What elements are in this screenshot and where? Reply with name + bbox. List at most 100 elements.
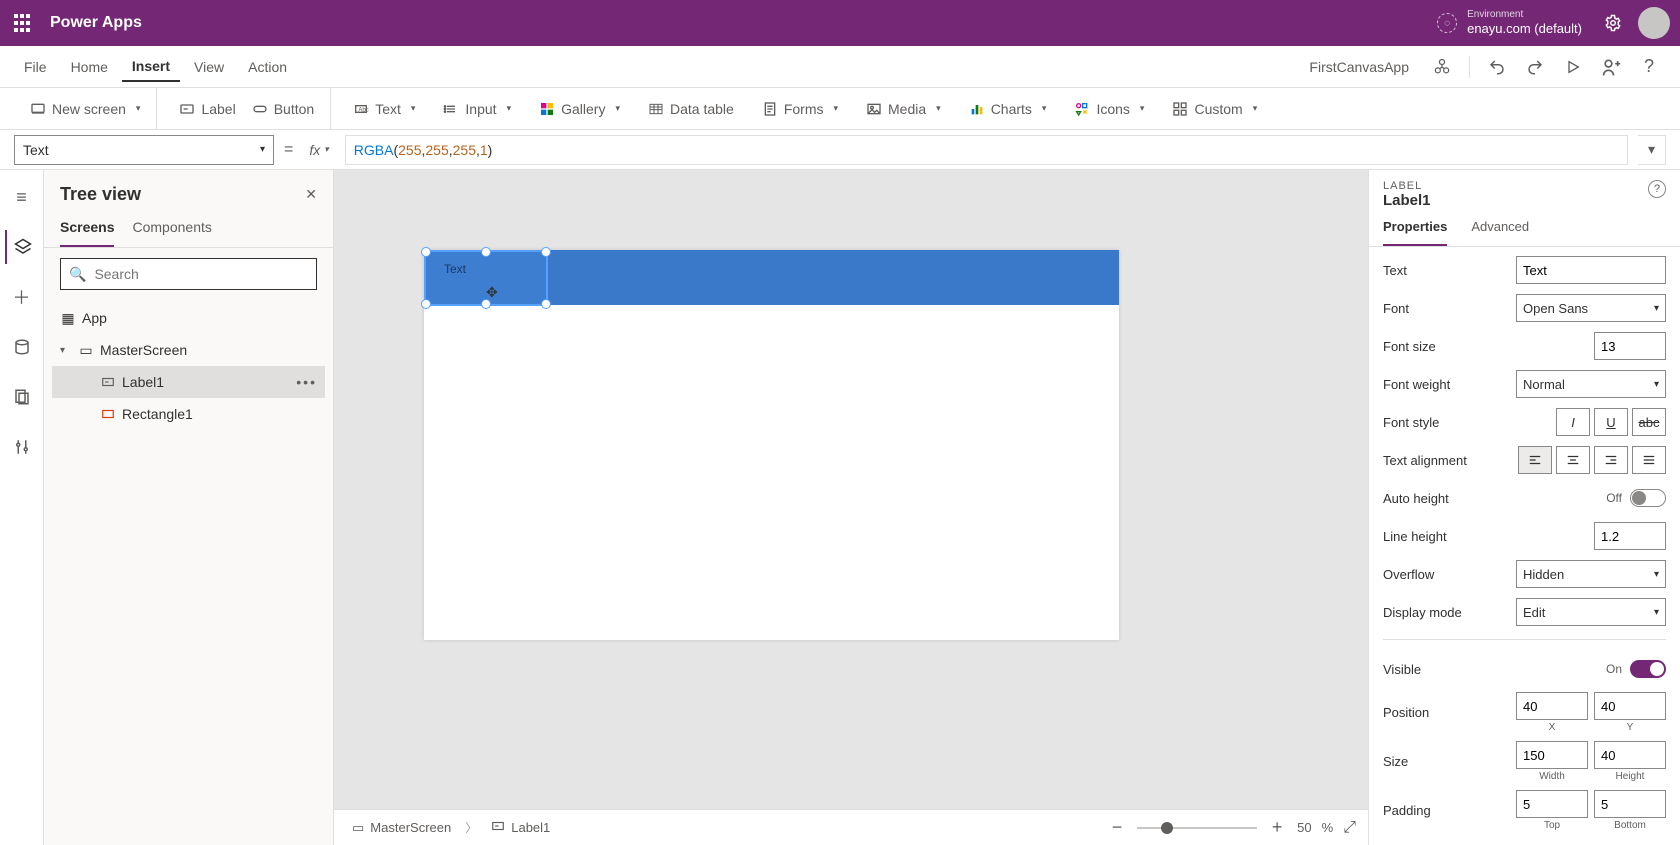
breadcrumb-label1[interactable]: Label1: [485, 815, 556, 840]
insert-icons-label: Icons: [1096, 101, 1129, 117]
zoom-slider[interactable]: [1137, 827, 1257, 829]
align-center-button[interactable]: [1556, 446, 1590, 474]
underline-button[interactable]: U: [1594, 408, 1628, 436]
tab-properties[interactable]: Properties: [1383, 213, 1447, 246]
prop-width-input[interactable]: [1516, 741, 1588, 769]
autoheight-toggle[interactable]: [1630, 489, 1666, 507]
prop-position-label: Position: [1383, 705, 1506, 720]
app-name: FirstCanvasApp: [1309, 59, 1409, 75]
visible-toggle[interactable]: [1630, 660, 1666, 678]
prop-displaymode-select[interactable]: Edit▾: [1516, 598, 1666, 626]
breadcrumb-label: Label1: [511, 820, 550, 835]
menu-home[interactable]: Home: [61, 53, 118, 81]
prop-fontsize-input[interactable]: [1594, 332, 1666, 360]
insert-input-button[interactable]: Input: [439, 97, 515, 121]
rail-tree-view-icon[interactable]: [5, 230, 39, 264]
prop-padding-top-input[interactable]: [1516, 790, 1588, 818]
app-launcher-button[interactable]: [10, 11, 34, 35]
insert-forms-button[interactable]: Forms: [758, 97, 842, 121]
user-avatar[interactable]: [1638, 7, 1670, 39]
tree-item-app[interactable]: ▦ App: [52, 302, 325, 334]
insert-icons-button[interactable]: Icons: [1070, 97, 1148, 121]
tree-search[interactable]: 🔍: [60, 258, 317, 290]
bottom-label: Bottom: [1614, 820, 1646, 831]
rail-advanced-tools-icon[interactable]: [5, 430, 39, 464]
height-label: Height: [1616, 771, 1645, 782]
insert-text-label: Text: [375, 101, 401, 117]
prop-padding-bottom-input[interactable]: [1594, 790, 1666, 818]
tree-item-label1[interactable]: Label1 •••: [52, 366, 325, 398]
property-selector[interactable]: Text ▾: [14, 135, 274, 165]
redo-icon[interactable]: [1518, 50, 1552, 84]
resize-handle[interactable]: [541, 247, 551, 257]
rail-data-icon[interactable]: [5, 330, 39, 364]
resize-handle[interactable]: [481, 247, 491, 257]
formula-input[interactable]: RGBA(255, 255, 255, 1): [345, 135, 1628, 165]
canvas-area[interactable]: Text ✥ ▭ MasterScreen 〉 Label1: [334, 170, 1368, 845]
property-selector-value: Text: [23, 142, 49, 158]
screen-icon: ▭: [352, 820, 364, 836]
insert-text-button[interactable]: Abc Text: [349, 97, 419, 121]
tab-components[interactable]: Components: [132, 211, 211, 247]
settings-icon[interactable]: [1596, 6, 1630, 40]
insert-custom-label: Custom: [1194, 101, 1242, 117]
formula-expand-button[interactable]: ▾: [1638, 135, 1666, 165]
insert-charts-button[interactable]: Charts: [965, 97, 1051, 121]
tab-advanced[interactable]: Advanced: [1471, 213, 1529, 246]
menu-action[interactable]: Action: [238, 53, 297, 81]
prop-fontweight-select[interactable]: Normal▾: [1516, 370, 1666, 398]
tab-screens[interactable]: Screens: [60, 211, 114, 247]
fit-to-window-icon[interactable]: ⤢: [1343, 819, 1356, 837]
menu-insert[interactable]: Insert: [122, 52, 180, 82]
prop-x-input[interactable]: [1516, 692, 1588, 720]
strikethrough-button[interactable]: abc: [1632, 408, 1666, 436]
zoom-out-button[interactable]: −: [1107, 817, 1127, 838]
prop-font-select[interactable]: Open Sans▾: [1516, 294, 1666, 322]
prop-y-input[interactable]: [1594, 692, 1666, 720]
screen-canvas[interactable]: Text ✥: [424, 250, 1119, 640]
insert-gallery-label: Gallery: [561, 101, 605, 117]
insert-button-button[interactable]: Button: [248, 97, 318, 121]
undo-icon[interactable]: [1480, 50, 1514, 84]
menu-file[interactable]: File: [14, 53, 57, 81]
fx-button[interactable]: fx: [303, 142, 334, 158]
resize-handle[interactable]: [421, 299, 431, 309]
rail-media-icon[interactable]: [5, 380, 39, 414]
resize-handle[interactable]: [541, 299, 551, 309]
tree-search-input[interactable]: [94, 266, 308, 282]
more-options-button[interactable]: •••: [296, 374, 317, 390]
canvas-label1-selected[interactable]: Text ✥: [424, 250, 548, 306]
zoom-in-button[interactable]: +: [1267, 817, 1287, 838]
align-right-button[interactable]: [1594, 446, 1628, 474]
insert-datatable-button[interactable]: Data table: [644, 97, 738, 121]
insert-custom-button[interactable]: Custom: [1168, 97, 1261, 121]
app-checker-icon[interactable]: [1425, 50, 1459, 84]
play-icon[interactable]: [1556, 50, 1590, 84]
insert-gallery-button[interactable]: Gallery: [535, 97, 624, 121]
prop-height-input[interactable]: [1594, 741, 1666, 769]
environment-picker[interactable]: ◌ Environment enayu.com (default): [1437, 9, 1582, 37]
prop-help-icon[interactable]: ?: [1648, 180, 1666, 198]
help-icon[interactable]: ?: [1632, 50, 1666, 84]
insert-label-button[interactable]: Label: [175, 97, 239, 121]
italic-button[interactable]: I: [1556, 408, 1590, 436]
breadcrumb-screen[interactable]: ▭ MasterScreen: [346, 816, 457, 840]
tree-item-rectangle1[interactable]: Rectangle1: [52, 398, 325, 430]
prop-control-name: Label1: [1383, 192, 1431, 209]
rail-hamburger-icon[interactable]: ≡: [5, 180, 39, 214]
new-screen-button[interactable]: New screen: [26, 97, 144, 121]
close-tree-panel-button[interactable]: ✕: [305, 186, 317, 203]
prop-lineheight-input[interactable]: [1594, 522, 1666, 550]
share-icon[interactable]: [1594, 50, 1628, 84]
prop-text-input[interactable]: [1516, 256, 1666, 284]
tree-item-masterscreen[interactable]: ▾ ▭ MasterScreen: [52, 334, 325, 366]
align-left-button[interactable]: [1518, 446, 1552, 474]
menu-view[interactable]: View: [184, 53, 234, 81]
rail-insert-icon[interactable]: ＋: [5, 280, 39, 314]
resize-handle[interactable]: [421, 247, 431, 257]
prop-overflow-select[interactable]: Hidden▾: [1516, 560, 1666, 588]
insert-media-button[interactable]: Media: [862, 97, 945, 121]
breadcrumb-label: MasterScreen: [370, 820, 451, 835]
label-icon: [491, 819, 505, 836]
align-justify-button[interactable]: [1632, 446, 1666, 474]
